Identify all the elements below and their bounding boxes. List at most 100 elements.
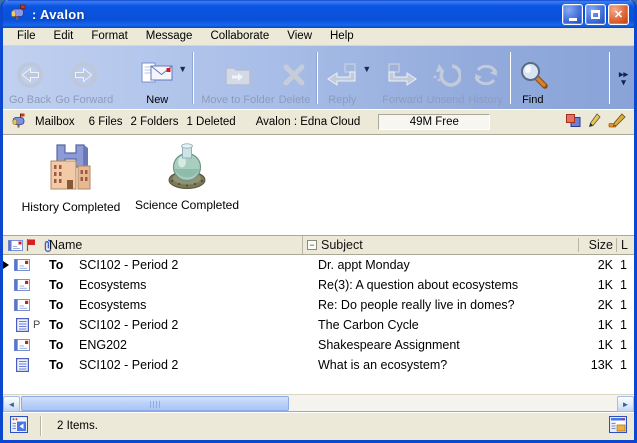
message-row[interactable]: To Ecosystems Re: Do people really live … [3, 295, 634, 315]
toolbar-separator [510, 52, 511, 104]
to-label: To [49, 278, 79, 292]
items-count: 2 Items. [57, 420, 98, 432]
mailbox-label: Mailbox [35, 116, 75, 128]
message-size: 2K [578, 298, 616, 312]
go-forward-button[interactable]: Go Forward [53, 49, 115, 107]
toolbar-separator [193, 52, 194, 104]
recipient-name: SCI102 - Period 2 [79, 258, 178, 272]
collapse-panel-icon[interactable] [10, 416, 28, 436]
to-label: To [49, 298, 79, 312]
message-row[interactable]: To SCI102 - Period 2 Dr. appt Monday 2K … [3, 255, 634, 275]
message-date-truncated: 1 [616, 358, 634, 372]
message-subject: The Carbon Cycle [302, 318, 419, 332]
to-label: To [49, 258, 79, 272]
message-row[interactable]: To Ecosystems Re(3): A question about ec… [3, 275, 634, 295]
envelope-column-icon[interactable] [8, 240, 23, 251]
minimize-icon [569, 18, 577, 21]
mailbox-small-icon [11, 113, 27, 131]
menu-help[interactable]: Help [321, 29, 363, 44]
message-row[interactable]: To ENG202 Shakespeare Assignment 1K 1 [3, 335, 634, 355]
deleted-count: 1 Deleted [186, 116, 235, 128]
column-header-name[interactable]: Name [49, 236, 302, 254]
recipient-name: Ecosystems [79, 278, 146, 292]
go-back-button[interactable]: Go Back [7, 49, 53, 107]
scroll-right-button[interactable]: ► [617, 396, 634, 412]
message-date-truncated: 1 [616, 298, 634, 312]
new-dropdown-arrow-icon[interactable]: ▼ [178, 64, 187, 74]
chevron-overflow-icon[interactable]: ▸▸ ▾ [615, 49, 632, 107]
forward-button[interactable]: Forward [380, 49, 424, 107]
reply-dropdown-arrow-icon[interactable]: ▼ [362, 64, 371, 74]
message-row[interactable]: To SCI102 - Period 2 What is an ecosyste… [3, 355, 634, 375]
arrow-right-icon: ► [622, 400, 630, 409]
maximize-icon [591, 10, 600, 19]
mailbox-content: History Completed [3, 135, 634, 394]
column-header-size[interactable]: Size [578, 238, 616, 252]
unsend-button[interactable]: Unsend [425, 49, 467, 107]
minimize-button[interactable] [562, 4, 583, 25]
document-icon [11, 358, 33, 372]
maximize-button[interactable] [585, 4, 606, 25]
column-header-last-modified-truncated[interactable]: L [616, 238, 634, 252]
new-button[interactable]: New [137, 49, 177, 107]
horizontal-scrollbar[interactable]: ◄ ► [3, 394, 634, 411]
new-message-icon [139, 56, 175, 94]
delete-button[interactable]: Delete [277, 49, 313, 107]
message-subject: Re(3): A question about ecosystems [302, 278, 518, 292]
reply-button[interactable]: Reply [323, 49, 361, 107]
row-flag: P [33, 319, 49, 331]
chevron-down-icon: ▾ [621, 78, 626, 86]
menu-message[interactable]: Message [137, 29, 202, 44]
toolbar-separator [317, 52, 318, 104]
close-button[interactable]: ✕ [608, 4, 629, 25]
window-title: : Avalon [32, 7, 560, 22]
message-date-truncated: 1 [616, 278, 634, 292]
folder-icon [223, 56, 253, 94]
history-icon [471, 56, 501, 94]
free-space-indicator: 49M Free [378, 114, 490, 130]
menu-view[interactable]: View [278, 29, 321, 44]
to-label: To [49, 318, 79, 332]
folder-icon-pane: History Completed [3, 135, 634, 235]
move-to-folder-button[interactable]: Move to Folder [199, 49, 276, 107]
title-bar[interactable]: : Avalon ✕ [3, 0, 634, 28]
arrow-left-icon: ◄ [8, 400, 16, 409]
menu-file[interactable]: File [8, 29, 45, 44]
signature-pen-icon[interactable] [608, 113, 626, 131]
flag-column-icon[interactable] [26, 239, 36, 251]
mailbox-icon [9, 4, 27, 25]
message-date-truncated: 1 [616, 318, 634, 332]
column-header-subject[interactable]: − Subject [302, 236, 578, 254]
message-row[interactable]: P To SCI102 - Period 2 The Carbon Cycle … [3, 315, 634, 335]
find-button[interactable]: Find [516, 49, 550, 107]
folder-science-completed[interactable]: Science Completed [129, 143, 245, 212]
collapse-minus-icon[interactable]: − [307, 240, 317, 250]
copy-icon[interactable] [565, 114, 581, 131]
toolbar-separator [609, 52, 610, 104]
menu-collaborate[interactable]: Collaborate [201, 29, 278, 44]
folder-history-completed[interactable]: History Completed [13, 143, 129, 214]
menu-edit[interactable]: Edit [45, 29, 83, 44]
close-icon: ✕ [614, 8, 623, 21]
mail-message-icon [11, 279, 33, 291]
menu-bar: File Edit Format Message Collaborate Vie… [3, 28, 634, 46]
menu-format[interactable]: Format [82, 29, 136, 44]
message-subject: Dr. appt Monday [302, 258, 410, 272]
split-view-icon[interactable] [609, 416, 627, 436]
document-icon [11, 318, 33, 332]
circle-arrow-right-icon [69, 56, 99, 94]
folder-label: History Completed [22, 200, 121, 214]
flask-icon [161, 143, 213, 194]
folders-count: 2 Folders [131, 116, 179, 128]
message-subject: Shakespeare Assignment [302, 338, 460, 352]
message-size: 2K [578, 258, 616, 272]
pencil-icon[interactable] [588, 113, 601, 131]
scrollbar-thumb[interactable] [21, 396, 289, 411]
message-subject: What is an ecosystem? [302, 358, 447, 372]
scroll-left-button[interactable]: ◄ [3, 396, 20, 412]
history-button[interactable]: History [467, 49, 505, 107]
recipient-name: Ecosystems [79, 298, 146, 312]
x-icon [280, 56, 308, 94]
files-count: 6 Files [89, 116, 123, 128]
message-date-truncated: 1 [616, 338, 634, 352]
